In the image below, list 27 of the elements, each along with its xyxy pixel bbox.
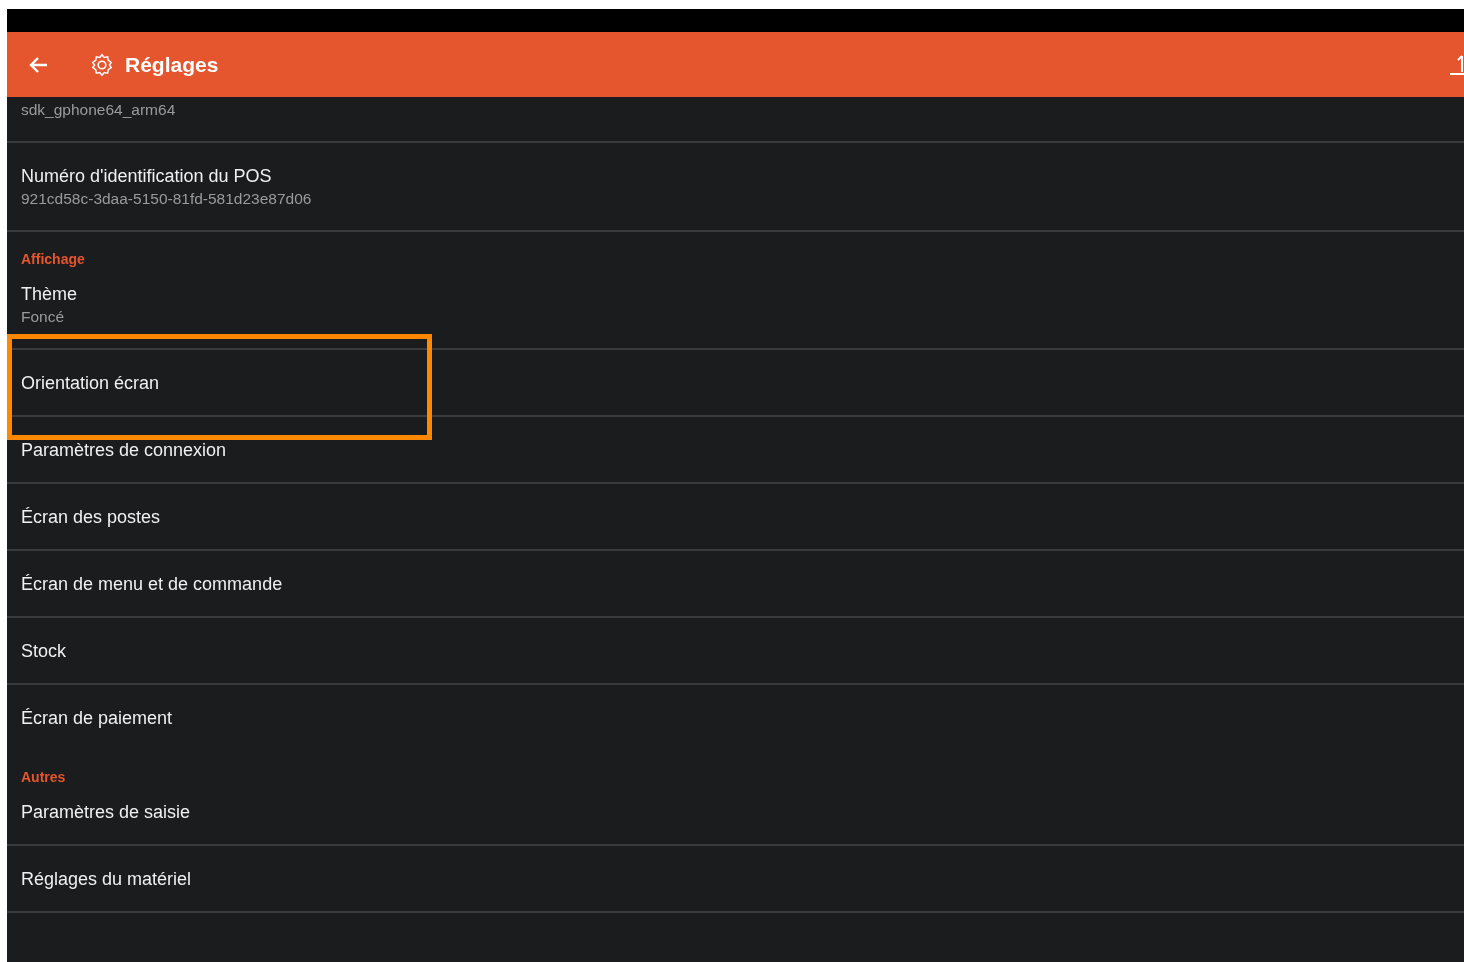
setting-title: Stock [21, 640, 67, 663]
setting-title: Paramètres de saisie [21, 801, 191, 824]
settings-item[interactable]: Écran de menu et de commande [7, 551, 1464, 618]
setting-title: Écran de menu et de commande [21, 573, 283, 596]
settings-item[interactable]: Écran des postes [7, 484, 1464, 551]
setting-title: Écran de paiement [21, 707, 173, 730]
setting-value: Foncé [21, 307, 65, 327]
settings-item[interactable]: Réglages du matériel [7, 846, 1464, 913]
settings-item[interactable]: Numéro d'identification du POS 921cd58c-3daa-5150-81fd-581d23e87d06 [7, 143, 1464, 232]
setting-title: Écran des postes [21, 506, 161, 529]
setting-title: Réglages du matériel [21, 868, 192, 891]
settings-icon [89, 51, 115, 78]
settings-item[interactable]: Paramètres de saisie [7, 794, 1464, 846]
settings-item[interactable]: Thème Foncé [7, 276, 1464, 350]
setting-value: 921cd58c-3daa-5150-81fd-581d23e87d06 [21, 189, 312, 209]
settings-item[interactable]: Orientation écran [7, 350, 1464, 417]
settings-item[interactable]: Écran de paiement [7, 685, 1464, 750]
setting-title: Paramètres de connexion [21, 439, 227, 462]
settings-item[interactable]: Stock [7, 618, 1464, 685]
screen-title: Réglages [125, 52, 219, 77]
setting-value: sdk_gphone64_arm64 [21, 100, 176, 120]
setting-title: Numéro d'identification du POS [21, 165, 272, 188]
setting-title: Orientation écran [21, 372, 160, 395]
section-header: Affichage [21, 251, 85, 267]
settings-item[interactable]: Paramètres de connexion [7, 417, 1464, 484]
setting-title: Thème [21, 283, 78, 306]
section-header: Autres [21, 769, 66, 785]
